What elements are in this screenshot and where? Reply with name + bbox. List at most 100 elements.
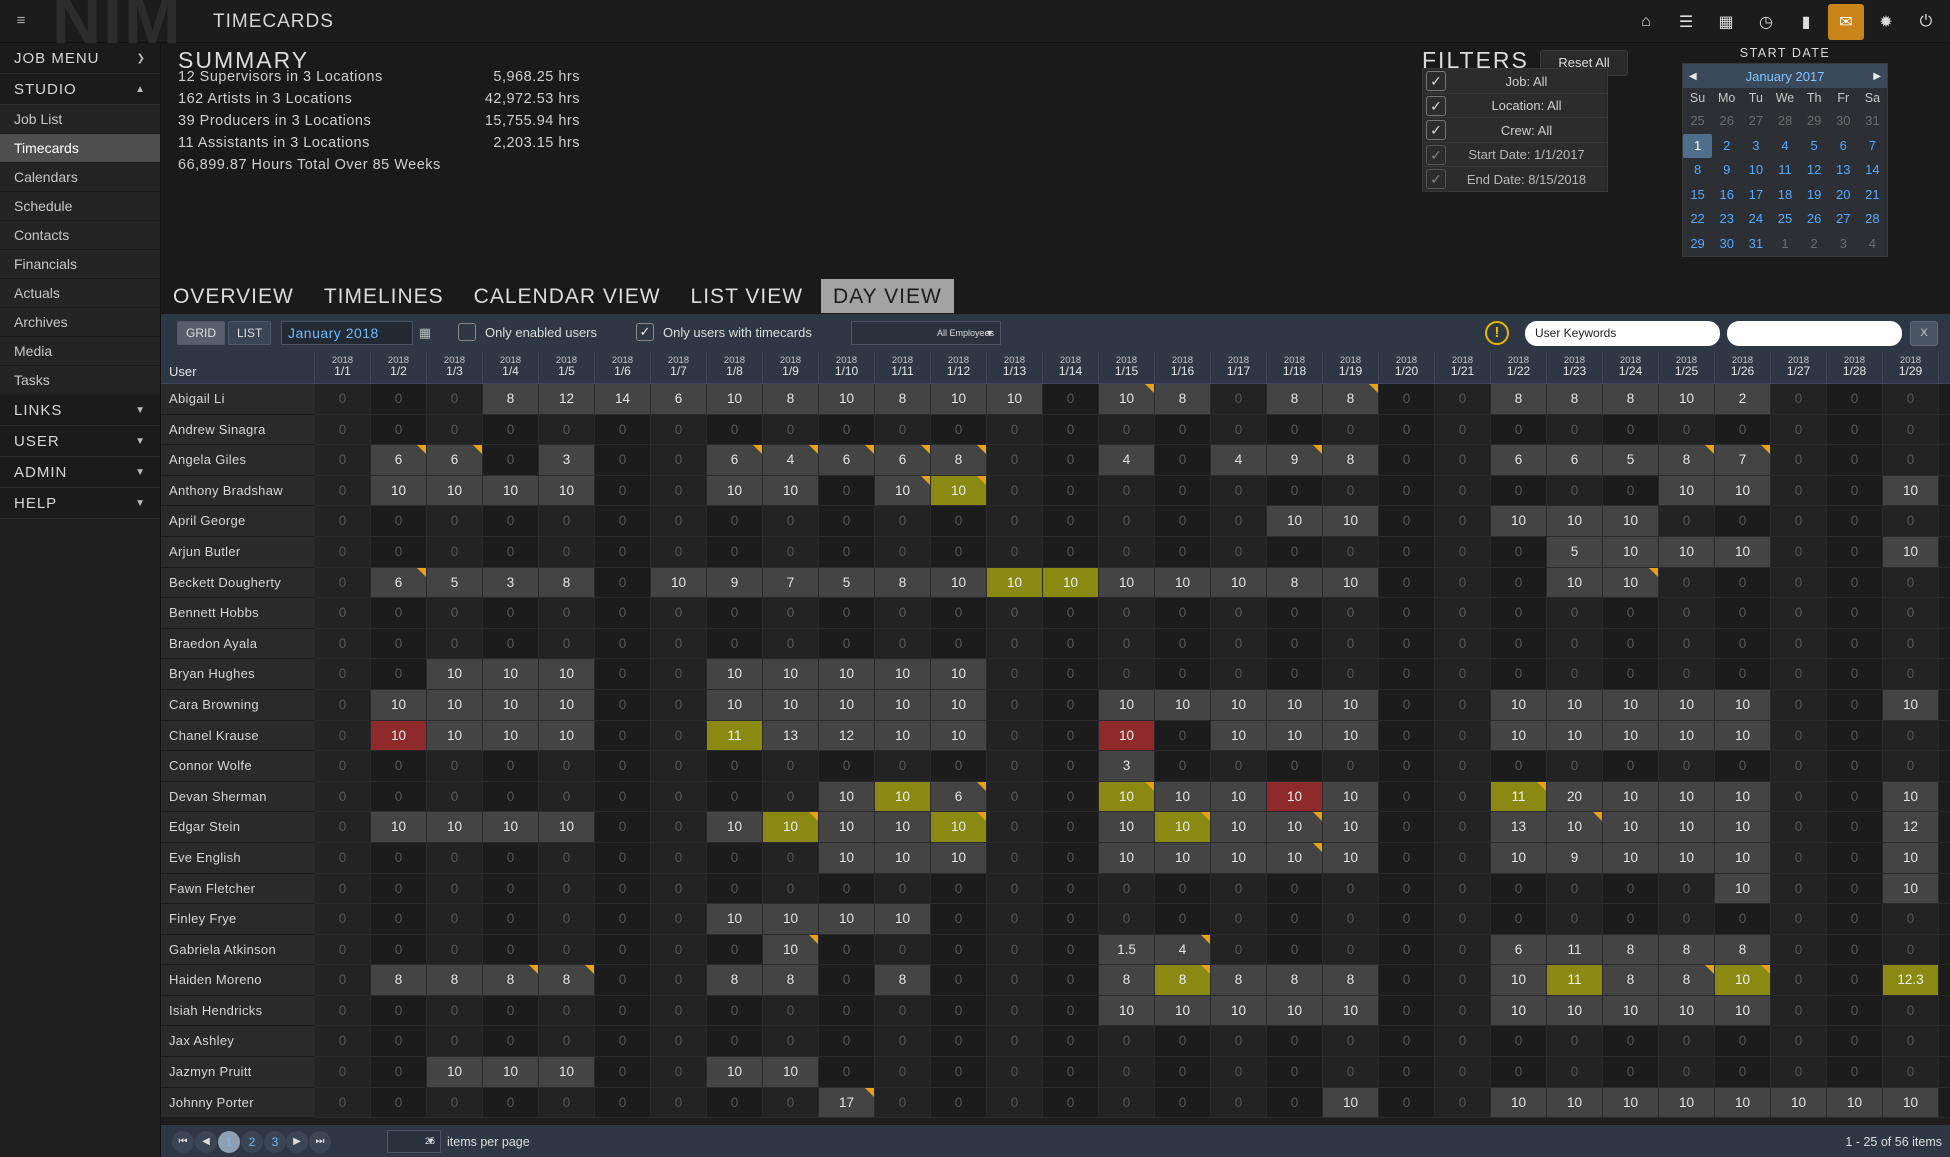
timecard-cell[interactable]: 10 — [819, 812, 875, 843]
timecard-cell[interactable]: 0 — [763, 506, 819, 537]
timecard-cell[interactable]: 0 — [1883, 598, 1939, 629]
timecard-cell[interactable]: 0 — [1435, 567, 1491, 599]
calendar-day[interactable]: 28 — [1858, 207, 1887, 232]
next-month-icon[interactable]: ▶ — [1873, 71, 1881, 82]
timecard-cell[interactable]: 0 — [1435, 842, 1491, 874]
date-column-header[interactable]: 2018 1/25 — [1659, 352, 1715, 383]
timecard-cell[interactable]: 10 — [1603, 842, 1659, 874]
only-enabled-checkbox[interactable] — [458, 323, 476, 341]
calendar-day[interactable]: 12 — [1800, 158, 1829, 183]
timecard-cell[interactable]: 0 — [1827, 1026, 1883, 1058]
timecard-cell[interactable]: 0 — [931, 934, 987, 966]
timecard-cell[interactable]: 0 — [931, 904, 987, 935]
timecard-cell[interactable]: 0 — [651, 995, 707, 1027]
timecard-cell[interactable]: 0 — [595, 536, 651, 568]
timecard-cell[interactable]: 0 — [1603, 475, 1659, 507]
timecard-cell[interactable]: 0 — [595, 751, 651, 782]
timecard-cell[interactable]: 12.3 — [1883, 965, 1939, 996]
timecard-cell[interactable]: 0 — [1379, 965, 1435, 996]
timecard-cell[interactable]: 8 — [931, 445, 987, 476]
timecard-cell[interactable]: 0 — [931, 536, 987, 568]
timecard-cell[interactable]: 17 — [819, 1087, 875, 1119]
timecard-cell[interactable]: 8 — [1323, 445, 1379, 476]
user-name[interactable]: April George — [161, 506, 315, 537]
timecard-cell[interactable]: 0 — [1379, 689, 1435, 721]
timecard-cell[interactable]: 10 — [1155, 812, 1211, 843]
timecard-cell[interactable]: 0 — [1379, 904, 1435, 935]
timecard-cell[interactable]: 0 — [1827, 567, 1883, 599]
sidebar-item-archives[interactable]: Archives — [0, 308, 160, 337]
timecard-cell[interactable]: 0 — [1771, 567, 1827, 599]
timecard-cell[interactable]: 0 — [819, 934, 875, 966]
timecard-cell[interactable]: 10 — [707, 1057, 763, 1088]
timecard-cell[interactable]: 10 — [707, 659, 763, 690]
timecard-cell[interactable]: 0 — [1771, 536, 1827, 568]
timecard-cell[interactable]: 0 — [371, 414, 427, 446]
timecard-cell[interactable]: 10 — [483, 812, 539, 843]
timecard-cell[interactable]: 0 — [1043, 873, 1099, 905]
timecard-cell[interactable]: 0 — [931, 598, 987, 629]
date-column-header[interactable]: 2018 1/3 — [427, 352, 483, 383]
timecard-cell[interactable]: 10 — [371, 720, 427, 752]
timecard-cell[interactable]: 0 — [875, 995, 931, 1027]
timecard-cell[interactable]: 10 — [707, 812, 763, 843]
timecard-cell[interactable]: 0 — [595, 995, 651, 1027]
timecard-cell[interactable]: 0 — [1771, 781, 1827, 813]
timecard-cell[interactable]: 0 — [651, 414, 707, 446]
timecard-cell[interactable]: 10 — [763, 1057, 819, 1088]
timecard-cell[interactable]: 0 — [875, 536, 931, 568]
timecard-cell[interactable]: 8 — [1603, 384, 1659, 415]
timecard-cell[interactable]: 11 — [1547, 934, 1603, 966]
timecard-cell[interactable]: 0 — [1715, 1057, 1771, 1088]
timecard-cell[interactable]: 10 — [931, 689, 987, 721]
timecard-cell[interactable]: 10 — [1715, 720, 1771, 752]
user-name[interactable]: Connor Wolfe — [161, 751, 315, 782]
date-column-header[interactable]: 2018 1/5 — [539, 352, 595, 383]
timecard-cell[interactable]: 10 — [1099, 384, 1155, 415]
timecard-cell[interactable]: 0 — [651, 751, 707, 782]
timecard-cell[interactable]: 0 — [1939, 445, 1950, 476]
timecard-cell[interactable]: 0 — [987, 751, 1043, 782]
timecard-cell[interactable]: 0 — [595, 1026, 651, 1058]
timecard-cell[interactable]: 0 — [1771, 1026, 1827, 1058]
job-menu-header[interactable]: JOB MENU ❯ — [0, 43, 160, 74]
home-icon[interactable]: ⌂ — [1628, 4, 1664, 40]
timecard-cell[interactable]: 0 — [371, 904, 427, 935]
timecard-cell[interactable]: 0 — [483, 445, 539, 476]
timecard-cell[interactable]: 0 — [1659, 567, 1715, 599]
timecard-cell[interactable]: 0 — [1435, 812, 1491, 843]
timecard-cell[interactable]: 0 — [763, 598, 819, 629]
sidebar-item-timecards[interactable]: Timecards — [0, 134, 160, 163]
timecard-cell[interactable]: 0 — [1771, 506, 1827, 537]
date-column-header[interactable]: 2018 1/9 — [763, 352, 819, 383]
timecard-cell[interactable]: 10 — [1659, 995, 1715, 1027]
timecard-cell[interactable]: 0 — [763, 995, 819, 1027]
timecard-cell[interactable]: 10 — [819, 781, 875, 813]
timecard-cell[interactable]: 0 — [1323, 751, 1379, 782]
timecard-cell[interactable]: 10 — [1883, 475, 1939, 507]
timecard-cell[interactable]: 0 — [1491, 628, 1547, 660]
timecard-cell[interactable]: 0 — [1491, 873, 1547, 905]
next-page-icon[interactable]: ▶ — [286, 1131, 308, 1153]
timecard-cell[interactable]: 0 — [763, 842, 819, 874]
timecard-cell[interactable]: 0 — [763, 1026, 819, 1058]
timecard-cell[interactable]: 0 — [1827, 475, 1883, 507]
timecard-cell[interactable]: 0 — [707, 842, 763, 874]
timecard-cell[interactable]: 0 — [1827, 1057, 1883, 1088]
calendar-day[interactable]: 31 — [1741, 232, 1770, 257]
timecard-cell[interactable]: 0 — [987, 720, 1043, 752]
date-column-header[interactable]: 2018 1/6 — [595, 352, 651, 383]
timecard-cell[interactable]: 0 — [1211, 1026, 1267, 1058]
timecard-cell[interactable]: 0 — [539, 873, 595, 905]
timecard-cell[interactable]: 10 — [1547, 720, 1603, 752]
timecard-cell[interactable]: 6 — [371, 567, 427, 599]
timecard-cell[interactable]: 0 — [1491, 475, 1547, 507]
timecard-cell[interactable]: 0 — [1547, 1057, 1603, 1088]
timecard-cell[interactable]: 10 — [1099, 720, 1155, 752]
timecard-cell[interactable]: 0 — [1547, 1026, 1603, 1058]
timecard-cell[interactable]: 0 — [819, 506, 875, 537]
filter-3[interactable]: ✓ Start Date: 1/1/2017 — [1422, 141, 1608, 168]
timecard-cell[interactable]: 0 — [1547, 659, 1603, 690]
timecard-cell[interactable]: 0 — [819, 873, 875, 905]
timecard-cell[interactable]: 10 — [1267, 720, 1323, 752]
